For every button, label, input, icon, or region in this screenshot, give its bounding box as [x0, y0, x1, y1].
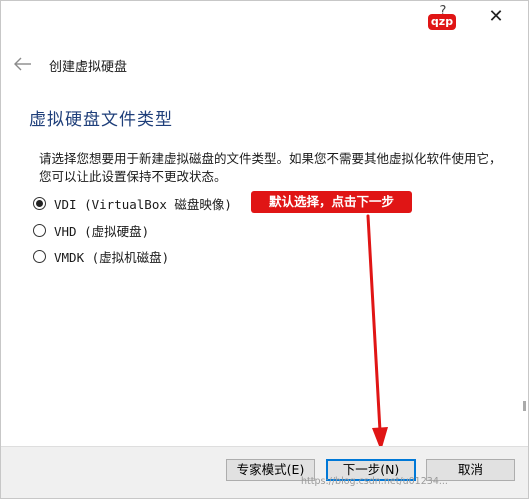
radio-button-checked[interactable]	[33, 196, 46, 210]
close-button[interactable]: ✕	[481, 3, 511, 31]
section-title: 虚拟硬盘文件类型	[29, 110, 173, 130]
scroll-tick	[523, 401, 526, 411]
radio-label-vhd: VHD (虚拟硬盘)	[54, 223, 150, 239]
qzp-stamp: qzp	[428, 14, 456, 30]
dialog-title: 创建虚拟硬盘	[49, 60, 128, 75]
radio-option-vhd[interactable]: VHD (虚拟硬盘)	[33, 221, 149, 239]
create-virtual-disk-dialog: ? qzp ✕ 创建虚拟硬盘 虚拟硬盘文件类型 请选择您想要用于新建虚拟磁盘的文…	[0, 0, 529, 499]
radio-option-vdi[interactable]: VDI (VirtualBox 磁盘映像)	[33, 194, 232, 212]
back-button[interactable]	[11, 53, 35, 75]
close-icon: ✕	[488, 6, 504, 27]
back-arrow-icon	[14, 57, 31, 71]
radio-label-vdi: VDI (VirtualBox 磁盘映像)	[54, 196, 232, 212]
button-bar: 专家模式(E) 下一步(N) 取消	[1, 446, 528, 498]
radio-button[interactable]	[33, 223, 46, 237]
description-text: 请选择您想要用于新建虚拟磁盘的文件类型。如果您不需要其他虚拟化软件使用它，您可以…	[39, 151, 502, 184]
radio-button[interactable]	[33, 249, 46, 263]
annotation-arrow-icon	[366, 214, 388, 451]
watermark: https://blog.csdn.net/u01234...	[301, 476, 448, 487]
radio-label-vmdk: VMDK (虚拟机磁盘)	[54, 249, 170, 265]
radio-option-vmdk[interactable]: VMDK (虚拟机磁盘)	[33, 247, 169, 265]
